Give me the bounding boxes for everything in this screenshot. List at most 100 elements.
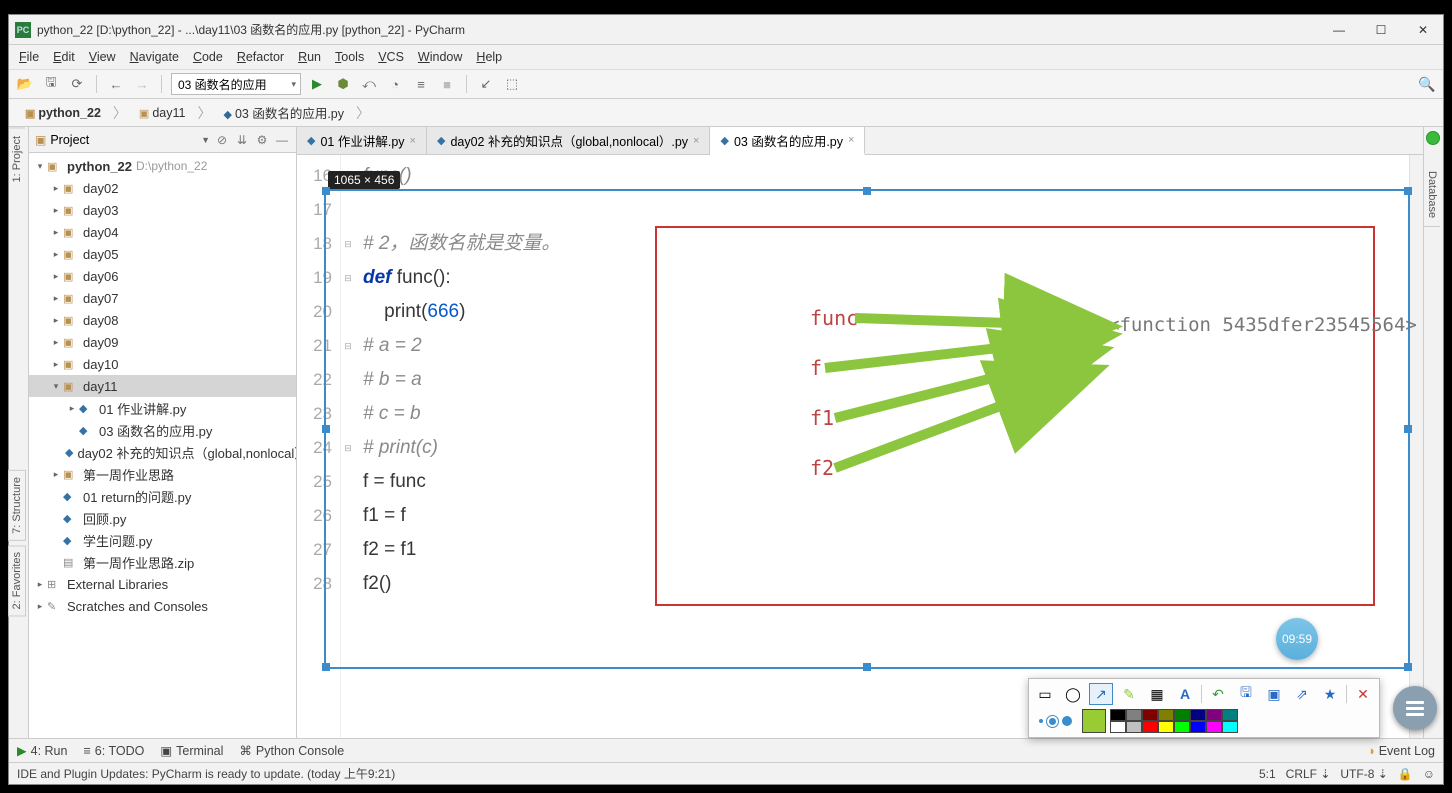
open-icon[interactable]: 📂: [15, 74, 35, 94]
run-tab[interactable]: ▶4: Run: [17, 743, 67, 758]
color-swatch[interactable]: [1158, 721, 1174, 733]
snip-tool-save[interactable]: 🖫: [1234, 683, 1258, 705]
color-swatch[interactable]: [1222, 709, 1238, 721]
editor-tab[interactable]: ◆01 作业讲解.py×: [297, 127, 427, 154]
hector-icon[interactable]: ☺: [1423, 767, 1435, 781]
terminal-tab[interactable]: ▣Terminal: [160, 743, 223, 758]
snip-tool-brush[interactable]: ✎: [1117, 683, 1141, 705]
tree-row[interactable]: ▾▣day11: [29, 375, 296, 397]
tree-row[interactable]: ▸▣day02: [29, 177, 296, 199]
menu-item-edit[interactable]: Edit: [47, 48, 81, 66]
tree-row[interactable]: ▸✎Scratches and Consoles: [29, 595, 296, 617]
tree-row[interactable]: ▸▣day09: [29, 331, 296, 353]
snip-color-palette[interactable]: [1110, 709, 1238, 733]
menu-item-tools[interactable]: Tools: [329, 48, 370, 66]
color-swatch[interactable]: [1174, 721, 1190, 733]
menu-item-code[interactable]: Code: [187, 48, 229, 66]
color-swatch[interactable]: [1190, 721, 1206, 733]
snip-tool-close[interactable]: ✕: [1351, 683, 1375, 705]
breadcrumb-file[interactable]: ◆03 函数名的应用.py: [215, 101, 352, 124]
vcs-update-icon[interactable]: ⬚: [502, 74, 522, 94]
close-icon[interactable]: ×: [693, 135, 699, 147]
tree-row[interactable]: ◆01 return的问题.py: [29, 485, 296, 507]
color-swatch[interactable]: [1126, 721, 1142, 733]
menu-item-help[interactable]: Help: [470, 48, 508, 66]
tree-row[interactable]: ▸▣day03: [29, 199, 296, 221]
color-swatch[interactable]: [1206, 721, 1222, 733]
snip-tool-mosaic[interactable]: ▦: [1145, 683, 1169, 705]
run-icon[interactable]: ▶: [307, 74, 327, 94]
color-swatch[interactable]: [1174, 709, 1190, 721]
sidebar-tab-database[interactable]: Database: [1424, 163, 1440, 227]
color-swatch[interactable]: [1110, 721, 1126, 733]
tree-row[interactable]: ▸▣day07: [29, 287, 296, 309]
snip-tool-arrow[interactable]: ↗: [1089, 683, 1113, 705]
gear-icon[interactable]: ⚙: [254, 132, 270, 148]
snip-selected-color[interactable]: [1082, 709, 1106, 733]
menu-item-window[interactable]: Window: [412, 48, 468, 66]
snip-tool-text[interactable]: A: [1173, 683, 1197, 705]
breadcrumb-project[interactable]: ▣python_22: [17, 104, 109, 122]
stop-icon[interactable]: ■: [437, 74, 457, 94]
project-tree[interactable]: ▾▣python_22D:\python_22▸▣day02▸▣day03▸▣d…: [29, 153, 296, 738]
floating-menu-button[interactable]: [1393, 686, 1437, 730]
tree-row[interactable]: ▸▣day08: [29, 309, 296, 331]
close-icon[interactable]: ×: [848, 134, 854, 146]
tree-row[interactable]: ▸▣day05: [29, 243, 296, 265]
color-swatch[interactable]: [1110, 709, 1126, 721]
close-icon[interactable]: ×: [410, 135, 416, 147]
sidebar-tab-project[interactable]: 1: Project: [9, 127, 25, 190]
tree-row[interactable]: ◆学生问题.py: [29, 529, 296, 551]
breadcrumb-folder[interactable]: ▣day11: [131, 104, 194, 122]
tree-row[interactable]: ▸▣day06: [29, 265, 296, 287]
tree-row[interactable]: ▸▣day04: [29, 221, 296, 243]
snip-tool-screen[interactable]: ▣: [1262, 683, 1286, 705]
menu-item-file[interactable]: File: [13, 48, 45, 66]
menu-item-refactor[interactable]: Refactor: [231, 48, 290, 66]
tree-row[interactable]: ◆03 函数名的应用.py: [29, 419, 296, 441]
sidebar-tab-favorites[interactable]: 2: Favorites: [8, 545, 26, 616]
menu-item-run[interactable]: Run: [292, 48, 327, 66]
back-icon[interactable]: ←: [106, 74, 126, 94]
editor-tab[interactable]: ◆day02 补充的知识点（global,nonlocal）.py×: [427, 127, 711, 154]
menu-item-vcs[interactable]: VCS: [372, 48, 410, 66]
tree-row[interactable]: ▤第一周作业思路.zip: [29, 551, 296, 573]
color-swatch[interactable]: [1142, 709, 1158, 721]
search-icon[interactable]: 🔍: [1417, 74, 1437, 94]
snip-tool-share[interactable]: ⇗: [1290, 683, 1314, 705]
snip-tool-pin[interactable]: ★: [1318, 683, 1342, 705]
debug-icon[interactable]: ⬢: [333, 74, 353, 94]
run-config-select[interactable]: 03 函数名的应用: [171, 73, 301, 95]
editor-scrollbar[interactable]: [1409, 155, 1423, 738]
color-swatch[interactable]: [1222, 721, 1238, 733]
encoding[interactable]: UTF-8 ⇣: [1340, 767, 1387, 781]
tree-row[interactable]: ▾▣python_22D:\python_22: [29, 155, 296, 177]
tree-row[interactable]: ▸◆01 作业讲解.py: [29, 397, 296, 419]
vcs-icon[interactable]: ↙: [476, 74, 496, 94]
color-swatch[interactable]: [1142, 721, 1158, 733]
close-button[interactable]: ✕: [1409, 20, 1437, 40]
snip-tool-undo[interactable]: ↶: [1206, 683, 1230, 705]
tree-row[interactable]: ▸▣第一周作业思路: [29, 463, 296, 485]
profile-icon[interactable]: ◔: [385, 74, 405, 94]
concurrency-icon[interactable]: ≡: [411, 74, 431, 94]
save-icon[interactable]: 🖫: [41, 74, 61, 94]
sidebar-tab-structure[interactable]: 7: Structure: [8, 470, 26, 541]
menu-item-view[interactable]: View: [83, 48, 122, 66]
minimize-button[interactable]: —: [1325, 20, 1353, 40]
tree-row[interactable]: ▸⊞External Libraries: [29, 573, 296, 595]
editor-tab[interactable]: ◆03 函数名的应用.py×: [710, 127, 865, 155]
hide-icon[interactable]: —: [274, 132, 290, 148]
caret-position[interactable]: 5:1: [1259, 767, 1276, 781]
color-swatch[interactable]: [1190, 709, 1206, 721]
scroll-to-source-icon[interactable]: ⊘: [214, 132, 230, 148]
snip-brush-size[interactable]: [1033, 716, 1078, 726]
color-swatch[interactable]: [1158, 709, 1174, 721]
forward-icon[interactable]: →: [132, 74, 152, 94]
line-sep[interactable]: CRLF ⇣: [1286, 767, 1331, 781]
chevron-down-icon[interactable]: ▼: [201, 135, 210, 145]
todo-tab[interactable]: ≡6: TODO: [83, 744, 144, 758]
event-log-tab[interactable]: ◑Event Log: [1367, 744, 1435, 758]
collapse-icon[interactable]: ⇊: [234, 132, 250, 148]
coverage-icon[interactable]: ⤺: [359, 74, 379, 94]
